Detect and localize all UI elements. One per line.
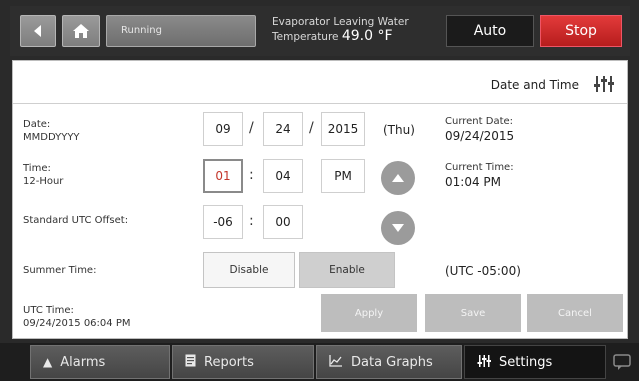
evaporator-readout: Evaporator Leaving Water Temperature 49.… xyxy=(272,15,409,44)
back-arrow-icon xyxy=(34,25,41,37)
enable-toggle[interactable]: Enable xyxy=(299,252,395,288)
current-date-value: 09/24/2015 xyxy=(445,129,515,143)
tab-settings[interactable]: Settings xyxy=(464,345,606,379)
evaporator-label-line2-row: Temperature 49.0 °F xyxy=(272,29,409,44)
screen: Running Evaporator Leaving Water Tempera… xyxy=(0,0,639,381)
time-format: 12-Hour xyxy=(23,176,64,187)
time-label: Time: xyxy=(23,163,51,174)
evaporator-label-line2: Temperature xyxy=(272,31,339,43)
chevron-up-icon xyxy=(392,174,404,182)
decrement-button[interactable] xyxy=(381,211,415,245)
tab-reports-label: Reports xyxy=(204,354,254,370)
evaporator-label-line1: Evaporator Leaving Water xyxy=(272,16,409,28)
increment-button[interactable] xyxy=(381,161,415,195)
status-indicator: Running xyxy=(106,15,256,47)
date-label: Date: xyxy=(23,119,51,130)
cancel-button[interactable]: Cancel xyxy=(527,294,623,332)
date-separator: / xyxy=(249,120,254,136)
current-date-label: Current Date: xyxy=(445,116,514,127)
date-format: MMDDYYYY xyxy=(23,132,80,143)
utc-time-label: UTC Time: xyxy=(23,305,74,316)
year-field[interactable]: 2015 xyxy=(321,112,365,146)
tab-settings-label: Settings xyxy=(499,354,553,370)
hour-field[interactable]: 01 xyxy=(203,159,243,193)
bottom-nav: ▲ Alarms Reports Data Graphs Settings xyxy=(0,343,639,381)
tab-alarms[interactable]: ▲ Alarms xyxy=(30,345,170,379)
utc-offset-minutes-field[interactable]: 00 xyxy=(263,205,303,239)
ampm-field[interactable]: PM xyxy=(321,159,365,193)
home-button[interactable] xyxy=(62,15,100,47)
auto-button[interactable]: Auto xyxy=(446,15,534,47)
day-of-week: (Thu) xyxy=(383,123,415,137)
current-time-value: 01:04 PM xyxy=(445,175,501,189)
utc-time-group: UTC Time: 09/24/2015 06:04 PM xyxy=(23,304,130,330)
header-divider xyxy=(13,103,627,104)
top-bar: Running Evaporator Leaving Water Tempera… xyxy=(10,6,630,56)
date-separator: / xyxy=(309,120,314,136)
page-title: Date and Time xyxy=(490,78,579,92)
minute-field[interactable]: 04 xyxy=(263,159,303,193)
settings-sliders-icon xyxy=(594,76,614,92)
date-time-panel: Date and Time Date: MMDDYYYY 09 / 24 / 2… xyxy=(12,60,628,339)
effective-utc-offset: (UTC -05:00) xyxy=(445,264,521,278)
chevron-down-icon xyxy=(392,224,404,232)
bell-icon: ▲ xyxy=(43,355,53,369)
evaporator-temperature-value: 49.0 °F xyxy=(341,28,393,44)
utc-offset-label: Standard UTC Offset: xyxy=(23,215,129,226)
save-button[interactable]: Save xyxy=(425,294,521,332)
stop-button[interactable]: Stop xyxy=(540,15,622,47)
report-icon xyxy=(185,354,196,370)
tab-data-graphs[interactable]: Data Graphs xyxy=(316,345,462,379)
utc-offset-hours-field[interactable]: -06 xyxy=(203,205,243,239)
settings-sliders-icon xyxy=(477,354,491,370)
time-separator: : xyxy=(249,167,254,183)
current-time-label: Current Time: xyxy=(445,162,514,173)
apply-button[interactable]: Apply xyxy=(321,294,417,332)
chat-icon[interactable] xyxy=(612,352,632,372)
tab-reports[interactable]: Reports xyxy=(172,345,314,379)
day-field[interactable]: 24 xyxy=(263,112,303,146)
utc-time-value: 09/24/2015 06:04 PM xyxy=(23,318,131,329)
tab-data-graphs-label: Data Graphs xyxy=(351,354,433,370)
back-button[interactable] xyxy=(20,15,56,47)
tab-alarms-label: Alarms xyxy=(60,354,106,370)
offset-separator: : xyxy=(249,213,254,229)
summer-time-label: Summer Time: xyxy=(23,265,97,276)
graph-icon xyxy=(329,354,343,370)
home-icon xyxy=(73,24,89,38)
time-label-group: Time: 12-Hour xyxy=(23,162,63,188)
disable-toggle[interactable]: Disable xyxy=(203,252,295,288)
month-field[interactable]: 09 xyxy=(203,112,243,146)
date-label-group: Date: MMDDYYYY xyxy=(23,118,80,144)
